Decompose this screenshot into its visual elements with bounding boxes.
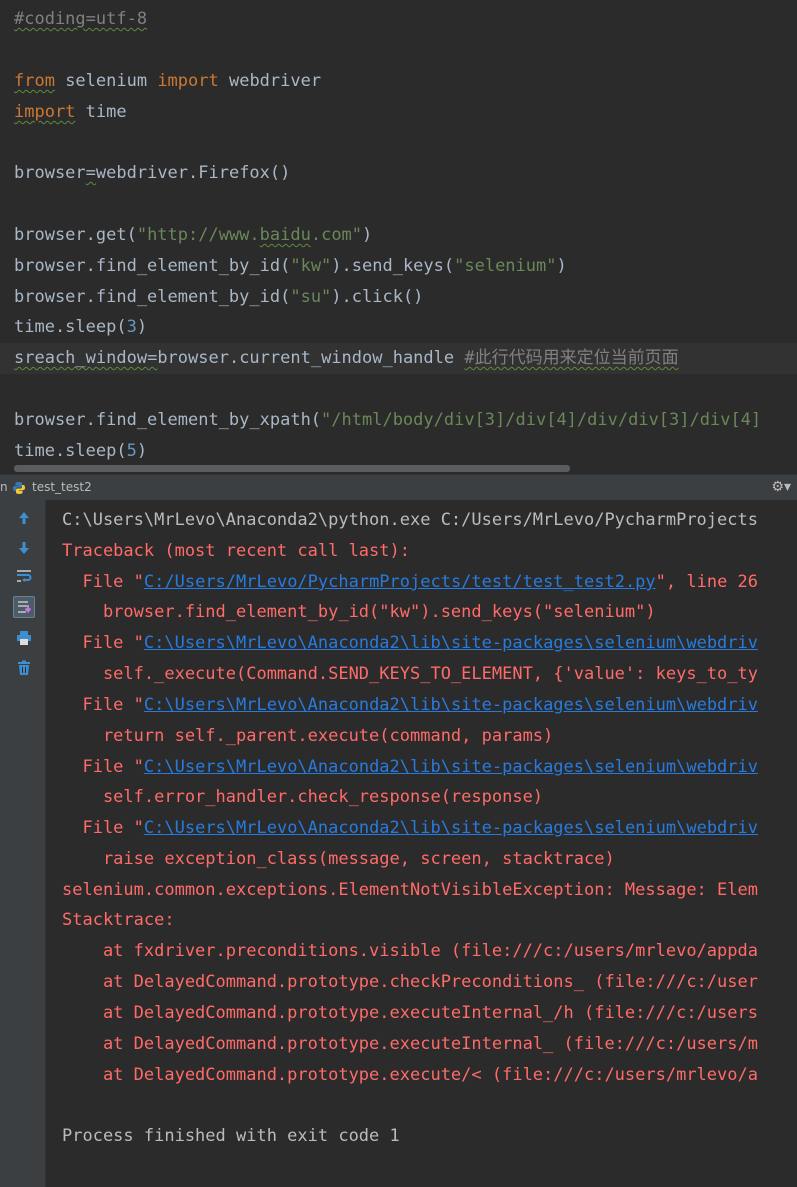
console-line: at fxdriver.preconditions.visible (file:… xyxy=(62,941,758,961)
import-keyword: import xyxy=(157,71,219,91)
up-arrow-icon[interactable] xyxy=(14,508,34,528)
run-prefix: n xyxy=(0,480,8,494)
code-line-10[interactable]: browser.find_element_by_id("su").click() xyxy=(14,282,423,313)
string: "selenium" xyxy=(454,256,557,276)
code-line-9[interactable]: browser.find_element_by_id("kw").send_ke… xyxy=(14,251,567,282)
paren: ) xyxy=(556,256,567,276)
call: browser.find_element_by_id( xyxy=(14,256,291,276)
line-ref: ", line 26 xyxy=(655,572,759,592)
code-line-12[interactable]: sreach_window=browser.current_window_han… xyxy=(0,343,797,374)
file-link[interactable]: C:\Users\MrLevo\Anaconda2\lib\site-packa… xyxy=(144,757,758,777)
from-keyword: from xyxy=(14,71,55,91)
call: browser.get( xyxy=(14,225,137,245)
paren: ) xyxy=(136,317,148,337)
console-line: Stacktrace: xyxy=(62,910,175,930)
module-name: selenium xyxy=(54,71,158,91)
string: "su" xyxy=(290,287,332,307)
file-link[interactable]: C:\Users\MrLevo\Anaconda2\lib\site-packa… xyxy=(144,695,758,715)
expression: webdriver.Firefox() xyxy=(95,163,291,183)
run-tab-label[interactable]: test_test2 xyxy=(32,475,92,500)
soft-wrap-icon[interactable] xyxy=(14,566,34,586)
console-line: File "C:\Users\MrLevo\Anaconda2\lib\site… xyxy=(62,628,758,659)
variable: browser xyxy=(14,163,86,183)
console-output[interactable]: C:\Users\MrLevo\Anaconda2\python.exe C:/… xyxy=(46,500,797,1187)
import-target: webdriver xyxy=(218,71,322,91)
quote: " xyxy=(133,572,144,592)
quote: " xyxy=(133,695,144,715)
console-line: Traceback (most recent call last): xyxy=(62,541,410,561)
code-line-15[interactable]: time.sleep(5) xyxy=(14,436,147,467)
call: browser.find_element_by_xpath( xyxy=(14,410,322,430)
expression: browser.current_window_handle xyxy=(157,348,465,368)
string: .com" xyxy=(310,225,363,245)
quote: " xyxy=(133,818,144,838)
code-line-3[interactable]: from selenium import webdriver xyxy=(14,66,321,97)
console-line: File "C:\Users\MrLevo\Anaconda2\lib\site… xyxy=(62,752,758,783)
gear-icon[interactable]: ⚙▾ xyxy=(771,475,791,500)
console-line: File "C:\Users\MrLevo\Anaconda2\lib\site… xyxy=(62,690,758,721)
console-line: selenium.common.exceptions.ElementNotVis… xyxy=(62,880,758,900)
code-line-8[interactable]: browser.get("http://www.baidu.com") xyxy=(14,220,372,251)
quote: " xyxy=(133,757,144,777)
code-line-11[interactable]: time.sleep(3) xyxy=(14,312,147,343)
code-line-1[interactable]: #coding=utf-8 xyxy=(14,4,147,35)
console-line: at DelayedCommand.prototype.execute/< (f… xyxy=(62,1065,758,1085)
console-line: Process finished with exit code 1 xyxy=(62,1126,400,1146)
coding-comment: #coding=utf-8 xyxy=(14,9,148,29)
down-arrow-icon[interactable] xyxy=(14,538,34,558)
number: 3 xyxy=(126,317,137,337)
call: time.sleep( xyxy=(14,441,127,461)
paren: ) xyxy=(362,225,373,245)
string: baidu xyxy=(259,225,311,245)
console-line: at DelayedCommand.prototype.executeInter… xyxy=(62,1034,758,1054)
run-panel-header: n test_test2 ⚙▾ xyxy=(0,474,797,500)
console-line: File "C:\Users\MrLevo\Anaconda2\lib\site… xyxy=(62,813,758,844)
comment: #此行代码用来定位当前页面 xyxy=(464,348,679,368)
call: ).click() xyxy=(331,287,424,307)
assign-operator: = xyxy=(85,163,96,183)
console-line: raise exception_class(message, screen, s… xyxy=(62,849,615,869)
file-prefix: File xyxy=(62,757,134,777)
string: "kw" xyxy=(290,256,332,276)
number: 5 xyxy=(126,441,137,461)
assign-operator: = xyxy=(147,348,158,368)
console-line: at DelayedCommand.prototype.checkPrecond… xyxy=(62,972,758,992)
console-line: self.error_handler.check_response(respon… xyxy=(62,787,544,807)
import-target: time xyxy=(75,102,127,122)
call: browser.find_element_by_id( xyxy=(14,287,291,307)
call: ).send_keys( xyxy=(331,256,455,276)
quote: " xyxy=(133,633,144,653)
console-line: return self._parent.execute(command, par… xyxy=(62,726,554,746)
code-line-6[interactable]: browser=webdriver.Firefox() xyxy=(14,158,290,189)
scroll-to-end-icon[interactable] xyxy=(13,596,35,618)
file-link[interactable]: C:\Users\MrLevo\Anaconda2\lib\site-packa… xyxy=(144,633,758,653)
file-prefix: File xyxy=(62,572,134,592)
print-icon[interactable] xyxy=(14,628,34,648)
code-line-14[interactable]: browser.find_element_by_xpath("/html/bod… xyxy=(14,405,761,436)
import-keyword: import xyxy=(14,102,76,122)
horizontal-scrollbar[interactable] xyxy=(14,465,570,472)
console-line: self._execute(Command.SEND_KEYS_TO_ELEME… xyxy=(62,664,758,684)
file-prefix: File xyxy=(62,695,134,715)
file-prefix: File xyxy=(62,818,134,838)
trash-icon[interactable] xyxy=(14,658,34,678)
file-link[interactable]: C:/Users/MrLevo/PycharmProjects/test/tes… xyxy=(144,572,656,592)
call: time.sleep( xyxy=(14,317,127,337)
console-line: C:\Users\MrLevo\Anaconda2\python.exe C:/… xyxy=(62,510,758,530)
paren: ) xyxy=(136,441,148,461)
console-line: browser.find_element_by_id("kw").send_ke… xyxy=(62,602,656,622)
string: "http://www. xyxy=(136,225,260,245)
python-icon xyxy=(13,482,25,494)
code-editor[interactable]: #coding=utf-8 from selenium import webdr… xyxy=(0,0,797,474)
run-toolbar xyxy=(0,500,46,1187)
console-line: at DelayedCommand.prototype.executeInter… xyxy=(62,1003,758,1023)
file-prefix: File xyxy=(62,633,134,653)
string: "/html/body/div[3]/div[4]/div/div[3]/div… xyxy=(321,410,762,430)
console-line: File "C:/Users/MrLevo/PycharmProjects/te… xyxy=(62,567,758,598)
variable: sreach_window xyxy=(14,348,148,368)
file-link[interactable]: C:\Users\MrLevo\Anaconda2\lib\site-packa… xyxy=(144,818,758,838)
code-line-4[interactable]: import time xyxy=(14,97,127,128)
